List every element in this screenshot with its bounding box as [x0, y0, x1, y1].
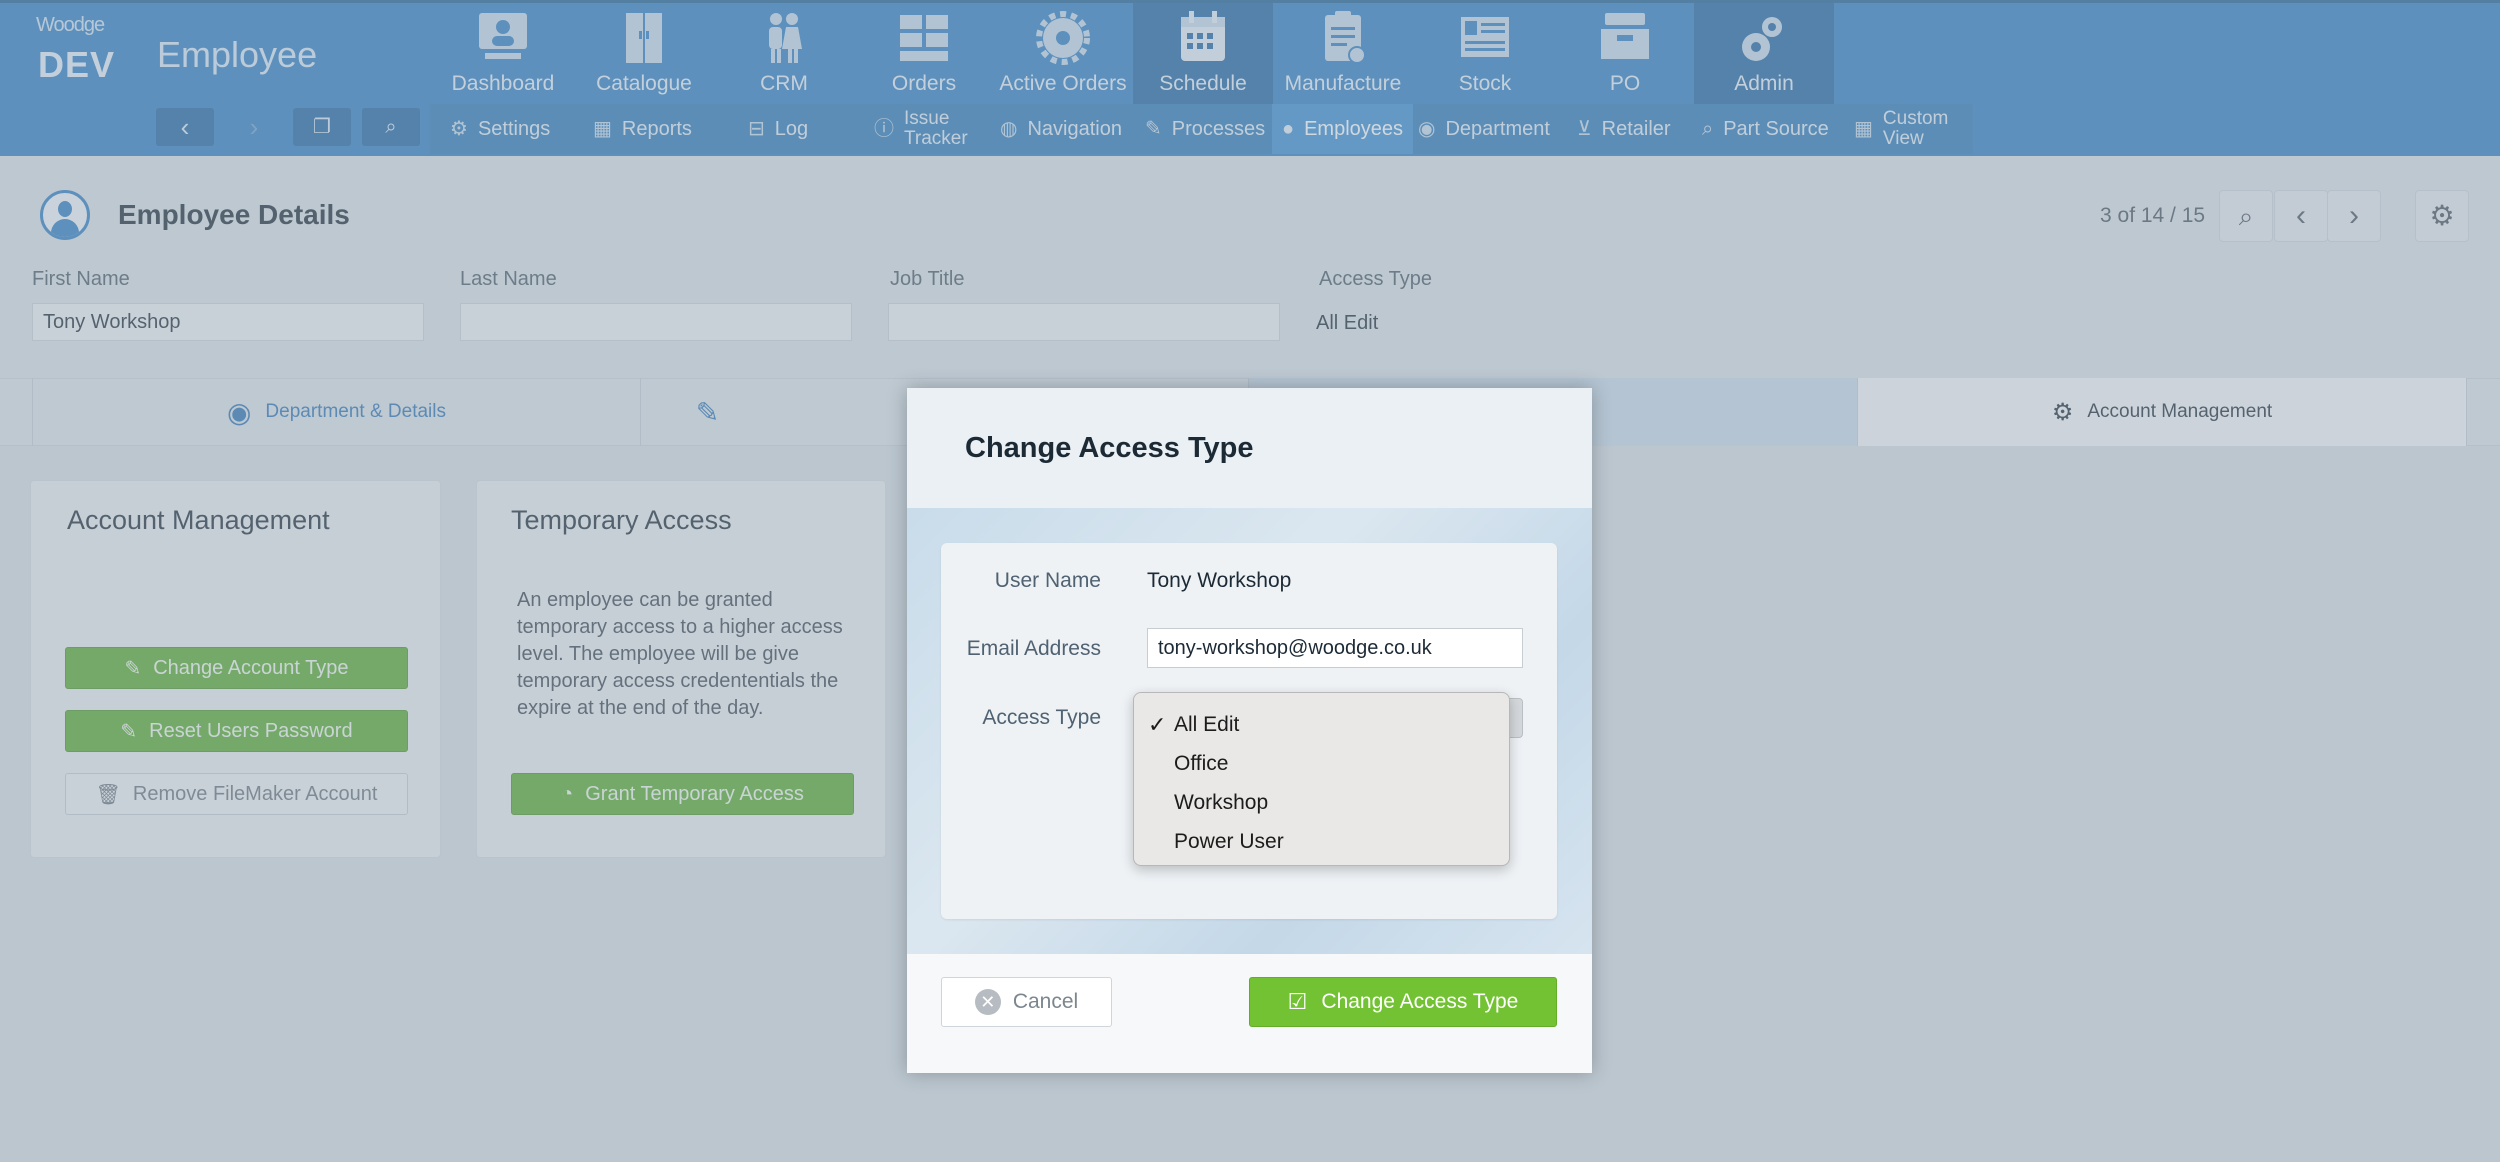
close-circle-icon: ✕ — [974, 989, 1001, 1015]
button-label: Change Access Type — [1321, 990, 1519, 1013]
dialog-header: Change Access Type — [907, 388, 1592, 508]
option-workshop[interactable]: Workshop — [1134, 783, 1509, 822]
checkmark-icon: ✓ — [1148, 712, 1167, 737]
button-label: Cancel — [1012, 990, 1079, 1013]
option-label: Power User — [1174, 830, 1284, 853]
dialog-title: Change Access Type — [965, 432, 1254, 464]
email-field[interactable]: tony-workshop@woodge.co.uk — [1147, 628, 1523, 668]
user-name-value: Tony Workshop — [1147, 569, 1292, 592]
email-label: Email Address — [966, 637, 1101, 660]
dialog-footer: ✕ Cancel ☑ Change Access Type — [907, 954, 1592, 1073]
user-name-label: User Name — [994, 569, 1101, 592]
option-office[interactable]: Office — [1134, 744, 1509, 783]
option-label: Workshop — [1174, 791, 1269, 814]
option-all-edit[interactable]: ✓ All Edit — [1134, 705, 1509, 744]
access-type-dropdown: ✓ All Edit Office Workshop Power User — [1133, 692, 1510, 866]
access-type-label: Access Type — [982, 706, 1101, 729]
option-label: All Edit — [1174, 713, 1240, 736]
checkbox-icon: ☑ — [1287, 989, 1308, 1014]
change-access-type-button[interactable]: ☑ Change Access Type — [1249, 977, 1557, 1027]
cancel-button[interactable]: ✕ Cancel — [941, 977, 1112, 1027]
option-power-user[interactable]: Power User — [1134, 822, 1509, 861]
option-label: Office — [1174, 752, 1229, 775]
